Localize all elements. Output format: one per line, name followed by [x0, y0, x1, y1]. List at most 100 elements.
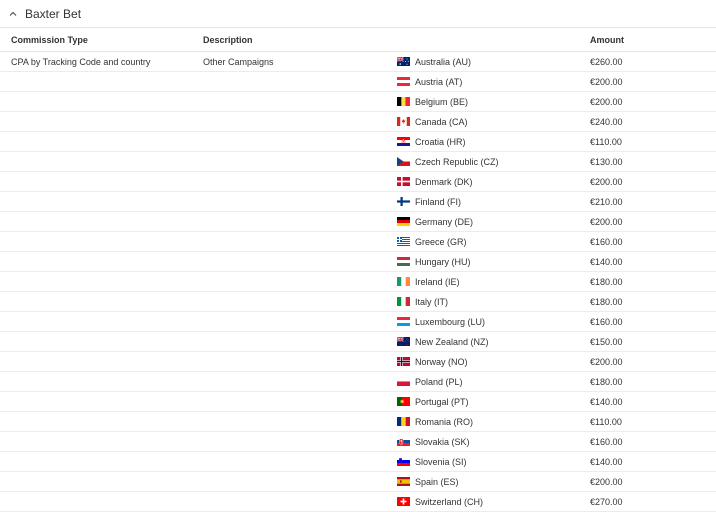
cell-commission-type	[0, 251, 203, 272]
cell-amount: €200.00	[590, 351, 716, 372]
country-name: Australia (AU)	[415, 56, 472, 67]
country-name: Denmark (DK)	[415, 176, 473, 187]
cell-description	[203, 251, 397, 272]
cell-description	[203, 431, 397, 452]
country-name: Austria (AT)	[415, 76, 463, 87]
cell-commission-type	[0, 71, 203, 92]
country-name: Poland (PL)	[415, 376, 463, 387]
flag-nz-icon	[397, 337, 410, 346]
cell-commission-type	[0, 431, 203, 452]
country-name: Italy (IT)	[415, 296, 448, 307]
table-row: Finland (FI) €210.00	[0, 191, 716, 212]
cell-country: Greece (GR)	[397, 231, 590, 252]
country-name: Ireland (IE)	[415, 276, 460, 287]
table-row: CPA by Tracking Code and country Other Ca…	[0, 51, 716, 72]
cell-description	[203, 111, 397, 132]
chevron-up-icon[interactable]	[7, 8, 19, 20]
cell-amount: €180.00	[590, 371, 716, 392]
cell-commission-type	[0, 191, 203, 212]
cell-commission-type	[0, 211, 203, 232]
cell-description	[203, 171, 397, 192]
cell-commission-type	[0, 311, 203, 332]
country-name: Czech Republic (CZ)	[415, 156, 499, 167]
flag-cz-icon	[397, 157, 410, 166]
cell-country: Norway (NO)	[397, 351, 590, 372]
cell-country: Czech Republic (CZ)	[397, 151, 590, 172]
cell-amount: €140.00	[590, 451, 716, 472]
cell-country: New Zealand (NZ)	[397, 331, 590, 352]
country-name: Belgium (BE)	[415, 96, 469, 107]
table-row: Spain (ES) €200.00	[0, 471, 716, 492]
cell-description	[203, 271, 397, 292]
cell-description	[203, 71, 397, 92]
flag-ro-icon	[397, 417, 410, 426]
country-name: Slovenia (SI)	[415, 456, 467, 467]
cell-description: Other Campaigns	[203, 51, 397, 72]
cell-commission-type	[0, 291, 203, 312]
flag-be-icon	[397, 97, 410, 106]
table-header-row: Commission Type Description Amount	[0, 28, 716, 52]
cell-country: Luxembourg (LU)	[397, 311, 590, 332]
table-row: Switzerland (CH) €270.00	[0, 491, 716, 512]
country-name: Greece (GR)	[415, 236, 467, 247]
table-row: Slovakia (SK) €160.00	[0, 431, 716, 452]
cell-amount: €160.00	[590, 311, 716, 332]
panel-header-toggle[interactable]: Baxter Bet	[0, 0, 716, 28]
table-row: Austria (AT) €200.00	[0, 71, 716, 92]
cell-amount: €260.00	[590, 51, 716, 72]
cell-country: Switzerland (CH)	[397, 491, 590, 512]
cell-country: Slovenia (SI)	[397, 451, 590, 472]
country-name: Germany (DE)	[415, 216, 474, 227]
header-description: Description	[203, 28, 397, 52]
cell-amount: €110.00	[590, 411, 716, 432]
cell-description	[203, 91, 397, 112]
cell-commission-type	[0, 331, 203, 352]
header-commission-type: Commission Type	[0, 28, 203, 52]
panel-title: Baxter Bet	[25, 6, 82, 21]
cell-country: Poland (PL)	[397, 371, 590, 392]
cell-description	[203, 291, 397, 312]
cell-amount: €200.00	[590, 171, 716, 192]
cell-amount: €240.00	[590, 111, 716, 132]
cell-commission-type	[0, 491, 203, 512]
cell-description	[203, 351, 397, 372]
table-row: Poland (PL) €180.00	[0, 371, 716, 392]
country-name: Croatia (HR)	[415, 136, 466, 147]
country-name: Slovakia (SK)	[415, 436, 470, 447]
cell-amount: €140.00	[590, 391, 716, 412]
country-name: Norway (NO)	[415, 356, 468, 367]
flag-es-icon	[397, 477, 410, 486]
table-row: New Zealand (NZ) €150.00	[0, 331, 716, 352]
cell-description	[203, 451, 397, 472]
cell-description	[203, 411, 397, 432]
cell-commission-type	[0, 271, 203, 292]
commission-table: Commission Type Description Amount CPA b…	[0, 28, 716, 512]
header-amount: Amount	[590, 28, 716, 52]
cell-amount: €140.00	[590, 251, 716, 272]
cell-description	[203, 331, 397, 352]
flag-ch-icon	[397, 497, 410, 506]
country-name: Portugal (PT)	[415, 396, 469, 407]
cell-country: Canada (CA)	[397, 111, 590, 132]
cell-amount: €160.00	[590, 231, 716, 252]
cell-commission-type	[0, 171, 203, 192]
cell-commission-type	[0, 91, 203, 112]
cell-country: Austria (AT)	[397, 71, 590, 92]
cell-description	[203, 311, 397, 332]
cell-amount: €210.00	[590, 191, 716, 212]
cell-amount: €200.00	[590, 471, 716, 492]
cell-commission-type	[0, 151, 203, 172]
cell-commission-type	[0, 131, 203, 152]
cell-amount: €180.00	[590, 291, 716, 312]
cell-amount: €110.00	[590, 131, 716, 152]
cell-country: Germany (DE)	[397, 211, 590, 232]
table-row: Hungary (HU) €140.00	[0, 251, 716, 272]
table-body: CPA by Tracking Code and country Other Ca…	[0, 51, 716, 512]
cell-amount: €200.00	[590, 211, 716, 232]
cell-country: Belgium (BE)	[397, 91, 590, 112]
cell-commission-type	[0, 471, 203, 492]
cell-commission-type	[0, 231, 203, 252]
cell-country: Denmark (DK)	[397, 171, 590, 192]
flag-ca-icon	[397, 117, 410, 126]
flag-au-icon	[397, 57, 410, 66]
